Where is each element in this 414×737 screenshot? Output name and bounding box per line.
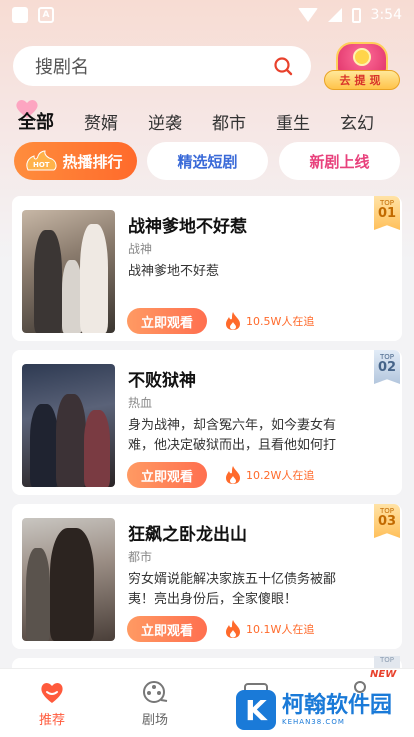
nav-recommend-label: 推荐 <box>38 713 65 728</box>
watch-now-button[interactable]: 立即观看 <box>127 616 207 642</box>
drama-description: 穷女婿说能解决家族五十亿债务被鄙夷！亮出身份后，全家傻眼！ <box>128 572 337 607</box>
follow-text: 10.2W人在追 <box>246 469 315 482</box>
rank-badge: TOP 03 <box>374 504 400 538</box>
drama-description: 战神爹地不好惹 <box>128 264 220 279</box>
drama-title[interactable]: 战神爹地不好惹 <box>128 212 247 237</box>
coin-icon <box>353 48 371 66</box>
withdraw-gift-button[interactable]: 去提现 <box>322 42 402 94</box>
hot-badge-icon: HOT <box>26 150 57 171</box>
drama-genre: 热血 <box>128 396 153 410</box>
drama-description: 身为战神，却含冤六年，如今妻女有难，他决定破狱而出，且看他如何打 <box>128 418 337 453</box>
drama-card[interactable]: 狂飙之卧龙出山 都市 穷女婿说能解决家族五十亿债务被鄙夷！亮出身份后，全家傻眼！… <box>12 504 402 649</box>
wifi-icon <box>297 8 318 22</box>
tab-all[interactable]: 全部 <box>16 100 54 134</box>
status-time: 3:54 <box>370 7 402 23</box>
follow-count: 10.2W人在追 <box>224 464 314 486</box>
watermark-name: 柯翰软件园 <box>282 693 393 718</box>
rank-label: TOP <box>374 656 400 668</box>
recommend-icon <box>41 683 63 703</box>
flame-icon <box>226 312 240 330</box>
watch-now-button[interactable]: 立即观看 <box>127 308 207 334</box>
selected-dramas-button[interactable]: 精选短剧 <box>147 142 268 180</box>
hot-ranking-label: 热播排行 <box>62 152 123 171</box>
drama-title[interactable]: 狂飙之卧龙出山 <box>128 520 247 545</box>
drama-poster[interactable] <box>22 210 115 333</box>
tab-fantasy[interactable]: 玄幻 <box>340 109 374 134</box>
follow-text: 10.1W人在追 <box>246 623 315 636</box>
rank-badge: TOP 01 <box>374 196 400 230</box>
new-dramas-button[interactable]: 新剧上线 <box>279 142 400 180</box>
nav-theater[interactable]: 剧场 <box>125 679 185 728</box>
tab-rebirth[interactable]: 重生 <box>276 109 310 134</box>
follow-count: 10.5W人在追 <box>224 310 314 332</box>
drama-title[interactable]: 不败狱神 <box>128 366 196 391</box>
watermark-k-icon: K <box>236 690 276 730</box>
notification-icon <box>12 7 28 23</box>
watermark-url: KEHAN38.COM <box>282 718 345 726</box>
rank-number: 01 <box>377 206 397 221</box>
drama-card[interactable]: 战神爹地不好惹 战神 战神爹地不好惹 立即观看 10.5W人在追 TOP 01 <box>12 196 402 341</box>
new-tag: NEW <box>370 669 397 680</box>
rank-number: 02 <box>377 360 397 375</box>
drama-card[interactable]: 不败狱神 热血 身为战神，却含冤六年，如今妻女有难，他决定破狱而出，且看他如何打… <box>12 350 402 495</box>
drama-poster[interactable] <box>22 518 115 641</box>
flame-icon <box>226 620 240 638</box>
drama-genre: 战神 <box>128 242 153 256</box>
app-notification-icon: A <box>38 7 54 23</box>
rank-badge: TOP 02 <box>374 350 400 384</box>
search-icon[interactable] <box>273 56 293 76</box>
search-input[interactable]: 搜剧名 <box>35 53 273 79</box>
watch-now-button[interactable]: 立即观看 <box>127 462 207 488</box>
category-tabs: 全部 赘婿 逆袭 都市 重生 玄幻 <box>16 100 414 136</box>
flame-icon <box>226 466 240 484</box>
tab-urban[interactable]: 都市 <box>212 109 246 134</box>
gift-label: 去提现 <box>324 70 400 90</box>
hot-badge-text: HOT <box>33 161 50 169</box>
battery-icon <box>351 7 361 23</box>
follow-text: 10.5W人在追 <box>246 315 315 328</box>
film-reel-icon <box>143 681 168 703</box>
search-bar[interactable]: 搜剧名 <box>13 46 311 86</box>
nav-theater-label: 剧场 <box>141 713 168 728</box>
hot-ranking-button[interactable]: HOT 热播排行 <box>14 142 137 180</box>
ranking-filter: HOT 热播排行 精选短剧 新剧上线 <box>14 142 404 180</box>
nav-recommend[interactable]: 推荐 <box>22 679 82 728</box>
watermark-logo: K 柯翰软件园 KEHAN38.COM <box>236 688 396 732</box>
follow-count: 10.1W人在追 <box>224 618 314 640</box>
drama-poster[interactable] <box>22 364 115 487</box>
tab-comeback[interactable]: 逆袭 <box>148 109 182 134</box>
tab-son-in-law[interactable]: 赘婿 <box>84 109 118 134</box>
tab-label: 全部 <box>18 112 54 133</box>
rank-number: 03 <box>377 514 397 529</box>
status-bar: A 3:54 <box>0 0 414 30</box>
drama-genre: 都市 <box>128 550 153 564</box>
signal-icon <box>327 8 342 22</box>
